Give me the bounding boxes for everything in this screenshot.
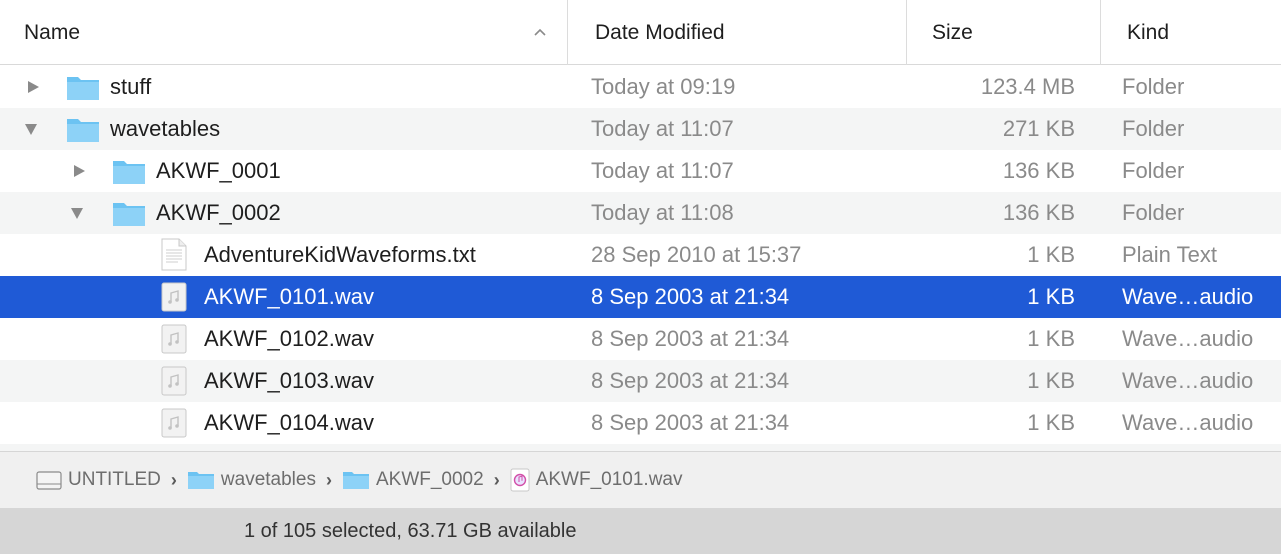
file-name: AKWF_0102.wav <box>204 326 374 351</box>
folder-icon <box>67 77 99 100</box>
file-row[interactable]: AKWF_0103.wav 8 Sep 2003 at 21:34 1 KB W… <box>0 360 1281 402</box>
audio-file-icon <box>161 366 187 396</box>
audio-file-icon <box>161 324 187 354</box>
file-date: Today at 09:19 <box>591 74 736 99</box>
file-date: 8 Sep 2003 at 21:34 <box>591 284 790 309</box>
column-size-label: Size <box>932 20 973 44</box>
breadcrumb-wavetables[interactable]: wavetables <box>187 469 316 491</box>
file-row[interactable]: AdventureKidWaveforms.txt 28 Sep 2010 at… <box>0 234 1281 276</box>
column-header-date[interactable]: Date Modified <box>567 0 906 65</box>
file-name: AKWF_0101.wav <box>204 284 374 309</box>
column-header: Name Date Modified Size Kind <box>0 0 1281 65</box>
disclosure-triangle-collapsed-icon[interactable] <box>25 79 41 95</box>
disclosure-triangle-expanded-icon[interactable] <box>69 205 85 221</box>
file-date: Today at 11:07 <box>591 116 734 141</box>
file-name: stuff <box>110 74 152 99</box>
file-size: 1 KB <box>1027 410 1075 435</box>
audio-file-icon <box>161 408 187 438</box>
sort-ascending-icon[interactable] <box>530 22 550 42</box>
file-row-selected[interactable]: AKWF_0101.wav 8 Sep 2003 at 21:34 1 KB W… <box>0 276 1281 318</box>
file-kind: Folder <box>1122 200 1185 225</box>
file-size: 1 KB <box>1027 368 1075 393</box>
disclosure-triangle-expanded-icon[interactable] <box>23 121 39 137</box>
folder-icon <box>113 203 145 226</box>
breadcrumb-wavetables-label: wavetables <box>220 469 316 490</box>
file-kind: Wave…audio <box>1122 284 1254 309</box>
file-size: 136 KB <box>1002 200 1075 225</box>
file-kind: Folder <box>1122 158 1185 183</box>
file-row[interactable] <box>0 444 1281 451</box>
file-size: 271 KB <box>1002 116 1075 141</box>
drive-icon <box>36 471 62 490</box>
file-date: Today at 11:07 <box>591 158 734 183</box>
breadcrumb-volume-label: UNTITLED <box>68 469 161 490</box>
file-size: 1 KB <box>1027 284 1075 309</box>
column-date-label: Date Modified <box>595 20 725 44</box>
breadcrumb-file[interactable]: AKWF_0101.wav <box>510 468 683 492</box>
audio-file-icon <box>161 282 187 312</box>
status-text: 1 of 105 selected, 63.71 GB available <box>244 519 577 542</box>
file-row[interactable]: AKWF_0001 Today at 11:07 136 KB Folder <box>0 150 1281 192</box>
column-header-size[interactable]: Size <box>906 0 1100 65</box>
file-row[interactable]: AKWF_0102.wav 8 Sep 2003 at 21:34 1 KB W… <box>0 318 1281 360</box>
file-name: AKWF_0001 <box>156 158 281 183</box>
file-kind: Wave…audio <box>1122 326 1254 351</box>
breadcrumb-separator: › <box>170 469 177 490</box>
file-size: 123.4 MB <box>980 74 1075 99</box>
file-kind: Wave…audio <box>1122 410 1254 435</box>
column-kind-label: Kind <box>1127 20 1170 44</box>
file-name: AKWF_0103.wav <box>204 368 374 393</box>
breadcrumb-separator: › <box>493 469 500 490</box>
breadcrumb-volume[interactable]: UNTITLED <box>36 469 161 491</box>
file-name: AdventureKidWaveforms.txt <box>204 242 476 267</box>
disclosure-triangle-collapsed-icon[interactable] <box>71 163 87 179</box>
file-row[interactable]: wavetables Today at 11:07 271 KB Folder <box>0 108 1281 150</box>
path-bar: UNTITLED › wavetables › AKWF_0002 › AKWF… <box>0 451 1281 508</box>
file-date: 8 Sep 2003 at 21:34 <box>591 368 790 393</box>
file-row[interactable]: AKWF_0002 Today at 11:08 136 KB Folder <box>0 192 1281 234</box>
breadcrumb-akwf-0002[interactable]: AKWF_0002 <box>342 469 484 491</box>
file-date: Today at 11:08 <box>591 200 734 225</box>
text-file-icon <box>161 238 187 271</box>
file-date: 8 Sep 2003 at 21:34 <box>591 410 790 435</box>
file-name: wavetables <box>110 116 221 141</box>
file-kind: Folder <box>1122 74 1185 99</box>
file-kind: Plain Text <box>1122 242 1217 267</box>
breadcrumb-separator: › <box>325 469 332 490</box>
file-list: stuff Today at 09:19 123.4 MB Folder wav… <box>0 66 1281 451</box>
column-name-label: Name <box>24 20 81 44</box>
folder-icon <box>113 161 145 184</box>
status-bar: 1 of 105 selected, 63.71 GB available <box>0 508 1281 554</box>
file-name: AKWF_0104.wav <box>204 410 374 435</box>
file-date: 28 Sep 2010 at 15:37 <box>591 242 802 267</box>
folder-icon <box>342 472 369 489</box>
audio-file-icon <box>510 468 530 492</box>
file-size: 1 KB <box>1027 242 1075 267</box>
breadcrumb-file-label: AKWF_0101.wav <box>535 469 683 490</box>
file-kind: Folder <box>1122 116 1185 141</box>
column-header-kind[interactable]: Kind <box>1100 0 1281 65</box>
file-date: 8 Sep 2003 at 21:34 <box>591 326 790 351</box>
file-name: AKWF_0002 <box>156 200 281 225</box>
column-header-name[interactable]: Name <box>0 0 567 65</box>
breadcrumb-akwf-0002-label: AKWF_0002 <box>375 469 484 490</box>
file-row[interactable]: AKWF_0104.wav 8 Sep 2003 at 21:34 1 KB W… <box>0 402 1281 444</box>
file-row[interactable]: stuff Today at 09:19 123.4 MB Folder <box>0 66 1281 108</box>
folder-icon <box>67 119 99 142</box>
folder-icon <box>187 472 214 489</box>
file-size: 136 KB <box>1002 158 1075 183</box>
file-kind: Wave…audio <box>1122 368 1254 393</box>
file-size: 1 KB <box>1027 326 1075 351</box>
